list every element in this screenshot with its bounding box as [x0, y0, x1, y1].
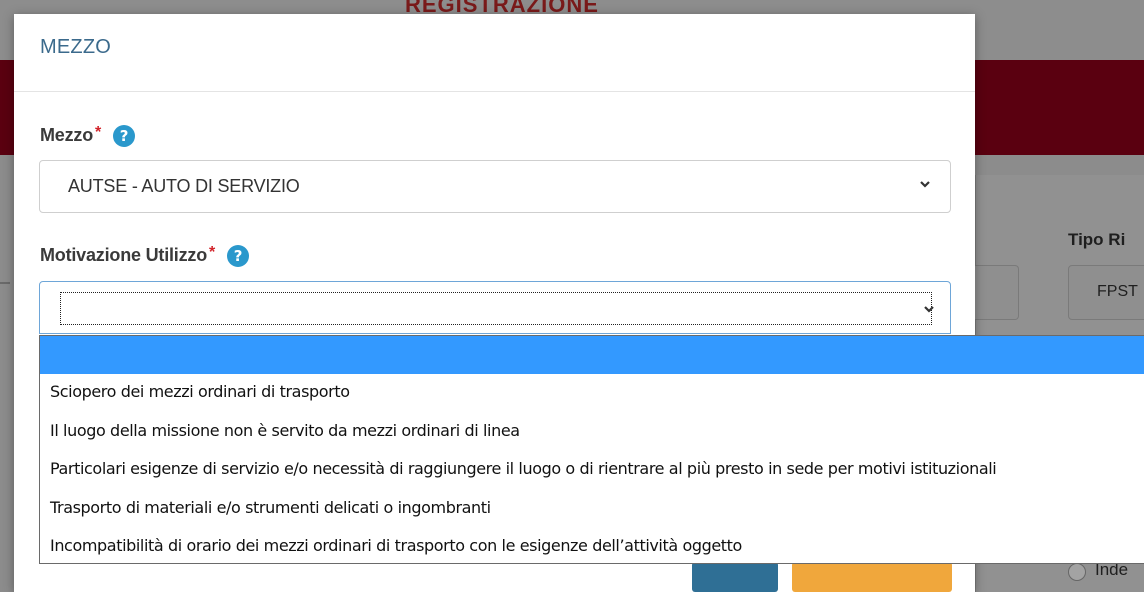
dropdown-option[interactable]	[40, 336, 1144, 374]
help-icon[interactable]: ?	[227, 245, 250, 267]
help-icon[interactable]: ?	[113, 125, 136, 147]
focus-ring	[60, 292, 932, 325]
required-mark: *	[95, 124, 102, 141]
background-divider	[0, 282, 10, 284]
background-tipo-value: FPST	[1097, 283, 1138, 300]
modal-title: MEZZO	[40, 36, 111, 58]
mezzo-label-text: Mezzo	[40, 125, 94, 145]
dropdown-option[interactable]: Incompatibilità di orario dei mezzi ordi…	[40, 528, 1144, 567]
motivazione-label-text: Motivazione Utilizzo	[40, 245, 208, 265]
background-tipo-input: FPST	[1068, 265, 1144, 320]
modal-header: MEZZO	[14, 14, 975, 92]
dropdown-option[interactable]: Il luogo della missione non è servito da…	[40, 413, 1144, 452]
motivazione-dropdown-list: Sciopero dei mezzi ordinari di trasporto…	[39, 335, 1144, 564]
dropdown-option[interactable]: Particolari esigenze di servizio e/o nec…	[40, 451, 1144, 490]
required-mark: *	[209, 244, 216, 261]
mezzo-select[interactable]: AUTSE - AUTO DI SERVIZIO	[39, 160, 951, 213]
background-tipo-label: Tipo Ri	[1068, 230, 1126, 249]
cancel-button[interactable]	[792, 562, 952, 592]
chevron-down-icon	[922, 302, 936, 316]
chevron-down-icon	[918, 177, 932, 191]
confirm-button[interactable]	[692, 562, 778, 592]
background-input	[975, 265, 1019, 320]
dropdown-option[interactable]: Trasporto di materiali e/o strumenti del…	[40, 490, 1144, 529]
dropdown-option[interactable]: Sciopero dei mezzi ordinari di trasporto	[40, 374, 1144, 413]
motivazione-select[interactable]	[39, 281, 951, 334]
motivazione-label: Motivazione Utilizzo *?	[40, 244, 250, 267]
mezzo-label: Mezzo *?	[40, 124, 136, 147]
mezzo-select-value: AUTSE - AUTO DI SERVIZIO	[68, 176, 300, 196]
